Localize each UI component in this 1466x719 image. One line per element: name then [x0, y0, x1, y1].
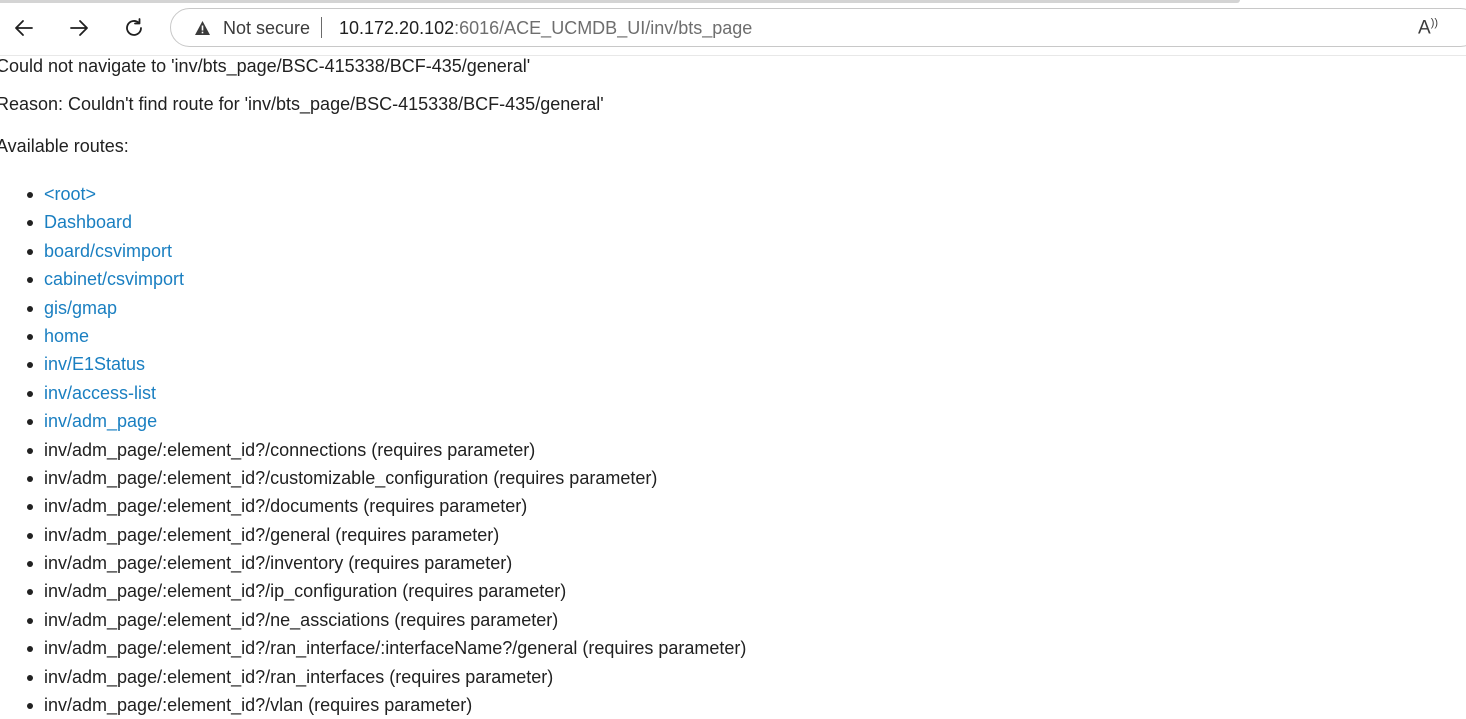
list-item: inv/adm_page/:element_id?/customizable_c…: [27, 464, 746, 492]
route-text: inv/adm_page/:element_id?/ran_interface/…: [44, 638, 747, 659]
route-link[interactable]: inv/E1Status: [44, 354, 145, 374]
error-reason: Reason: Couldn't find route for 'inv/bts…: [0, 94, 604, 114]
bullet-icon: [27, 561, 33, 568]
url-path: :6016/ACE_UCMDB_UI/inv/bts_page: [454, 18, 753, 38]
list-item: inv/access-list: [27, 379, 746, 407]
url-text[interactable]: 10.172.20.102:6016/ACE_UCMDB_UI/inv/bts_…: [339, 18, 752, 39]
list-item: board/csvimport: [27, 237, 746, 265]
list-item: inv/adm_page/:element_id?/general (requi…: [27, 521, 746, 549]
route-text: inv/adm_page/:element_id?/inventory (req…: [44, 553, 513, 574]
error-message: Could not navigate to 'inv/bts_page/BSC-…: [0, 56, 531, 76]
bullet-icon: [27, 504, 33, 511]
browser-toolbar: Not secure 10.172.20.102:6016/ACE_UCMDB_…: [0, 0, 1466, 56]
route-link[interactable]: cabinet/csvimport: [44, 269, 184, 289]
bullet-icon: [27, 192, 33, 198]
arrow-left-icon: [15, 20, 33, 36]
list-item: inv/adm_page/:element_id?/ran_interface/…: [27, 634, 747, 662]
arrow-right-icon: [70, 20, 88, 36]
bullet-icon: [27, 674, 33, 681]
bullet-icon: [27, 617, 33, 624]
route-text: inv/adm_page/:element_id?/vlan (requires…: [44, 695, 473, 716]
list-item: inv/adm_page/:element_id?/vlan (requires…: [27, 691, 746, 719]
route-link[interactable]: home: [44, 326, 89, 346]
list-item: cabinet/csvimport: [27, 265, 746, 293]
route-text: inv/adm_page/:element_id?/ran_interfaces…: [44, 666, 554, 687]
warning-triangle-icon[interactable]: [194, 20, 211, 36]
url-host: 10.172.20.102: [339, 18, 455, 38]
bullet-icon: [27, 362, 33, 369]
list-item: gis/gmap: [27, 294, 746, 322]
route-link[interactable]: <root>: [44, 184, 96, 204]
list-item: inv/adm_page/:element_id?/ran_interfaces…: [27, 663, 746, 691]
route-link[interactable]: gis/gmap: [44, 298, 117, 318]
route-link[interactable]: Dashboard: [44, 212, 132, 232]
routes-list: <root> Dashboard board/csvimport cabinet…: [27, 180, 747, 719]
bullet-icon: [27, 447, 33, 454]
back-button[interactable]: [7, 11, 41, 45]
bullet-icon: [27, 419, 33, 426]
route-text: inv/adm_page/:element_id?/ip_configurati…: [44, 581, 567, 602]
route-link[interactable]: inv/adm_page: [44, 411, 157, 431]
address-separator: [321, 17, 322, 38]
list-item: home: [27, 322, 746, 350]
bullet-icon: [27, 532, 33, 539]
list-item: <root>: [27, 180, 746, 208]
address-bar[interactable]: Not secure 10.172.20.102:6016/ACE_UCMDB_…: [170, 8, 1466, 47]
route-link[interactable]: board/csvimport: [44, 241, 172, 261]
list-item: Dashboard: [27, 208, 746, 236]
route-link[interactable]: inv/access-list: [44, 383, 156, 403]
bullet-icon: [27, 277, 33, 284]
bullet-icon: [27, 333, 33, 340]
list-item: inv/adm_page/:element_id?/inventory (req…: [27, 549, 746, 577]
list-item: inv/adm_page: [27, 407, 746, 435]
read-aloud-icon[interactable]: A)): [1418, 17, 1438, 39]
route-text: inv/adm_page/:element_id?/ne_assciations…: [44, 609, 559, 630]
bullet-icon: [27, 305, 33, 312]
bullet-icon: [27, 589, 33, 596]
refresh-icon: [126, 18, 142, 36]
bullet-icon: [27, 703, 33, 710]
reload-button[interactable]: [117, 11, 151, 45]
route-text: inv/adm_page/:element_id?/documents (req…: [44, 496, 528, 517]
bullet-icon: [27, 646, 33, 653]
list-item: inv/adm_page/:element_id?/connections (r…: [27, 436, 746, 464]
bullet-icon: [27, 390, 33, 397]
tab-strip-edge: [0, 0, 1240, 3]
bullet-icon: [27, 475, 33, 482]
route-text: inv/adm_page/:element_id?/customizable_c…: [44, 467, 658, 488]
forward-button[interactable]: [62, 11, 96, 45]
list-item: inv/adm_page/:element_id?/ne_assciations…: [27, 606, 746, 634]
bullet-icon: [27, 220, 33, 227]
list-item: inv/adm_page/:element_id?/ip_configurati…: [27, 577, 746, 605]
routes-heading: Available routes:: [0, 136, 129, 156]
bullet-icon: [27, 248, 33, 255]
list-item: inv/E1Status: [27, 350, 746, 378]
security-status-label[interactable]: Not secure: [223, 18, 310, 39]
route-text: inv/adm_page/:element_id?/connections (r…: [44, 439, 536, 460]
route-text: inv/adm_page/:element_id?/general (requi…: [44, 524, 500, 545]
list-item: inv/adm_page/:element_id?/documents (req…: [27, 492, 746, 520]
